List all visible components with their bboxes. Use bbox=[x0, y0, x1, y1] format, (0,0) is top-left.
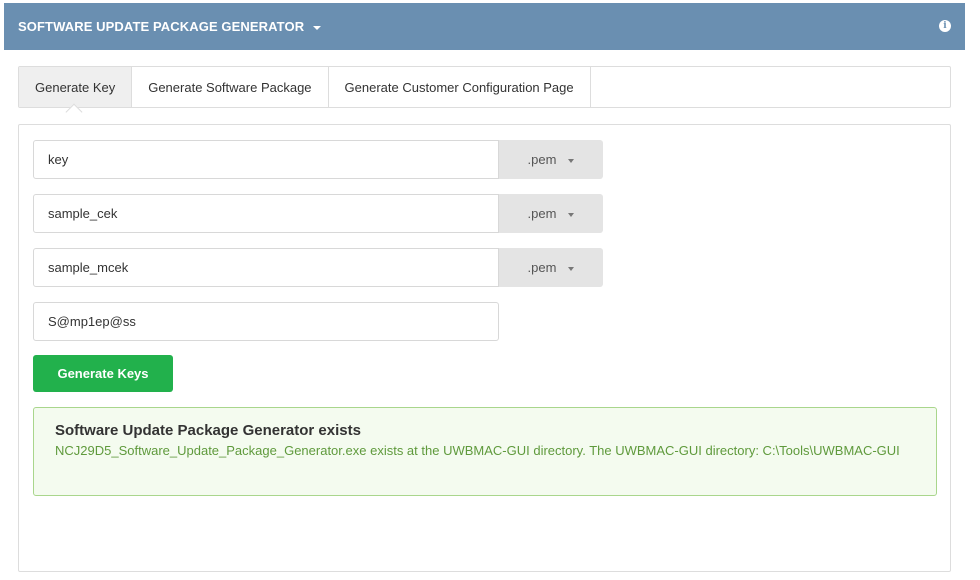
success-alert: Software Update Package Generator exists… bbox=[33, 407, 937, 496]
mcek-name-input[interactable] bbox=[33, 248, 499, 287]
app-header: SOFTWARE UPDATE PACKAGE GENERATOR i bbox=[4, 3, 965, 50]
caret-down-icon bbox=[313, 25, 322, 30]
key-name-row: .pem bbox=[33, 140, 603, 179]
password-input[interactable] bbox=[33, 302, 499, 341]
tab-generate-software-package[interactable]: Generate Software Package bbox=[132, 67, 329, 107]
key-name-input[interactable] bbox=[33, 140, 499, 179]
extension-label: .pem bbox=[527, 206, 557, 221]
caret-down-icon bbox=[568, 266, 575, 271]
tab-bar: Generate Key Generate Software Package G… bbox=[18, 66, 951, 108]
tab-label: Generate Key bbox=[35, 79, 116, 95]
caret-down-icon bbox=[568, 212, 575, 217]
password-row bbox=[33, 302, 499, 341]
extension-label: .pem bbox=[527, 152, 557, 167]
tab-label: Generate Software Package bbox=[148, 79, 312, 95]
tab-generate-customer-configuration-page[interactable]: Generate Customer Configuration Page bbox=[329, 67, 591, 107]
generate-key-panel: .pem .pem .pem Generate Keys Software Up… bbox=[18, 124, 951, 572]
cek-name-input[interactable] bbox=[33, 194, 499, 233]
mcek-extension-dropdown[interactable]: .pem bbox=[499, 248, 603, 287]
caret-down-icon bbox=[568, 158, 575, 163]
alert-title: Software Update Package Generator exists bbox=[55, 422, 361, 439]
app-title: SOFTWARE UPDATE PACKAGE GENERATOR bbox=[18, 19, 305, 34]
app-menu-toggle[interactable]: SOFTWARE UPDATE PACKAGE GENERATOR bbox=[18, 19, 322, 34]
extension-label: .pem bbox=[527, 260, 557, 275]
tab-generate-key[interactable]: Generate Key bbox=[19, 67, 133, 107]
generate-keys-button[interactable]: Generate Keys bbox=[33, 355, 173, 392]
tab-label: Generate Customer Configuration Page bbox=[344, 79, 574, 95]
mcek-name-row: .pem bbox=[33, 248, 603, 287]
info-icon[interactable]: i bbox=[939, 20, 951, 32]
cek-extension-dropdown[interactable]: .pem bbox=[499, 194, 603, 233]
alert-message: NCJ29D5_Software_Update_Package_Generato… bbox=[55, 443, 900, 458]
key-extension-dropdown[interactable]: .pem bbox=[499, 140, 603, 179]
cek-name-row: .pem bbox=[33, 194, 603, 233]
